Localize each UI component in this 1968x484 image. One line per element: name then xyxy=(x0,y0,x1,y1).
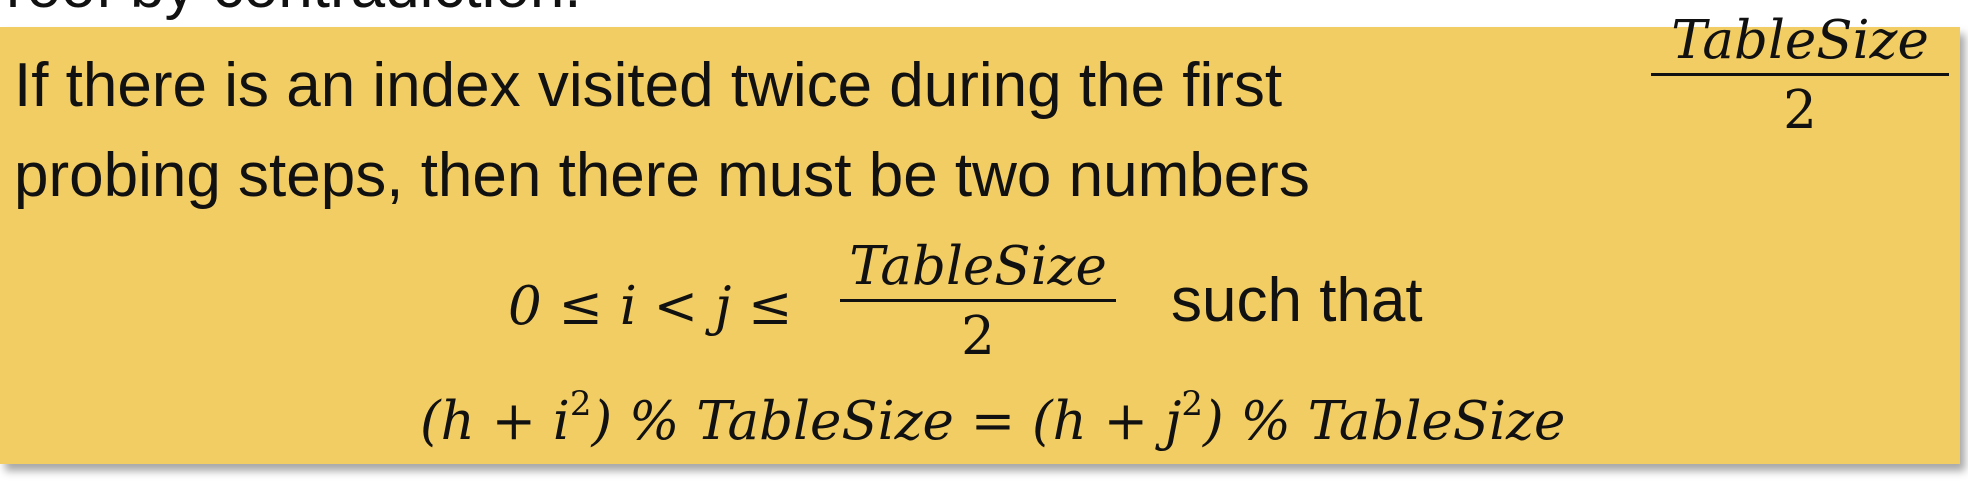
equation-left-exponent: 2 xyxy=(569,384,592,424)
fraction-tablesize-over-2-mid: TableSize 2 xyxy=(840,240,1116,363)
fraction-numerator: TableSize xyxy=(1671,10,1929,71)
statement-line-2: probing steps, then there must be two nu… xyxy=(14,141,1310,210)
statement-line-1: If there is an index visited twice durin… xyxy=(14,51,1283,120)
equation-right-exponent: 2 xyxy=(1181,384,1203,424)
such-that-text: such that xyxy=(1171,266,1423,335)
fraction-denominator: 2 xyxy=(961,306,995,367)
inequality-expression: 0 ≤ i < j ≤ xyxy=(508,276,793,337)
fraction-tablesize-over-2-top: TableSize 2 xyxy=(1651,14,1949,137)
fraction-denominator: 2 xyxy=(1783,80,1817,141)
modular-equation: (h + i2) % TableSize = (h + j2) % TableS… xyxy=(420,387,1565,448)
clipped-heading: roof by contradiction. xyxy=(6,0,582,18)
fraction-numerator: TableSize xyxy=(849,236,1107,297)
equation-right-close: ) % TableSize xyxy=(1202,391,1566,452)
equation-middle: ) % TableSize = (h + j xyxy=(591,391,1182,452)
equation-left-open: (h + i xyxy=(420,391,570,452)
